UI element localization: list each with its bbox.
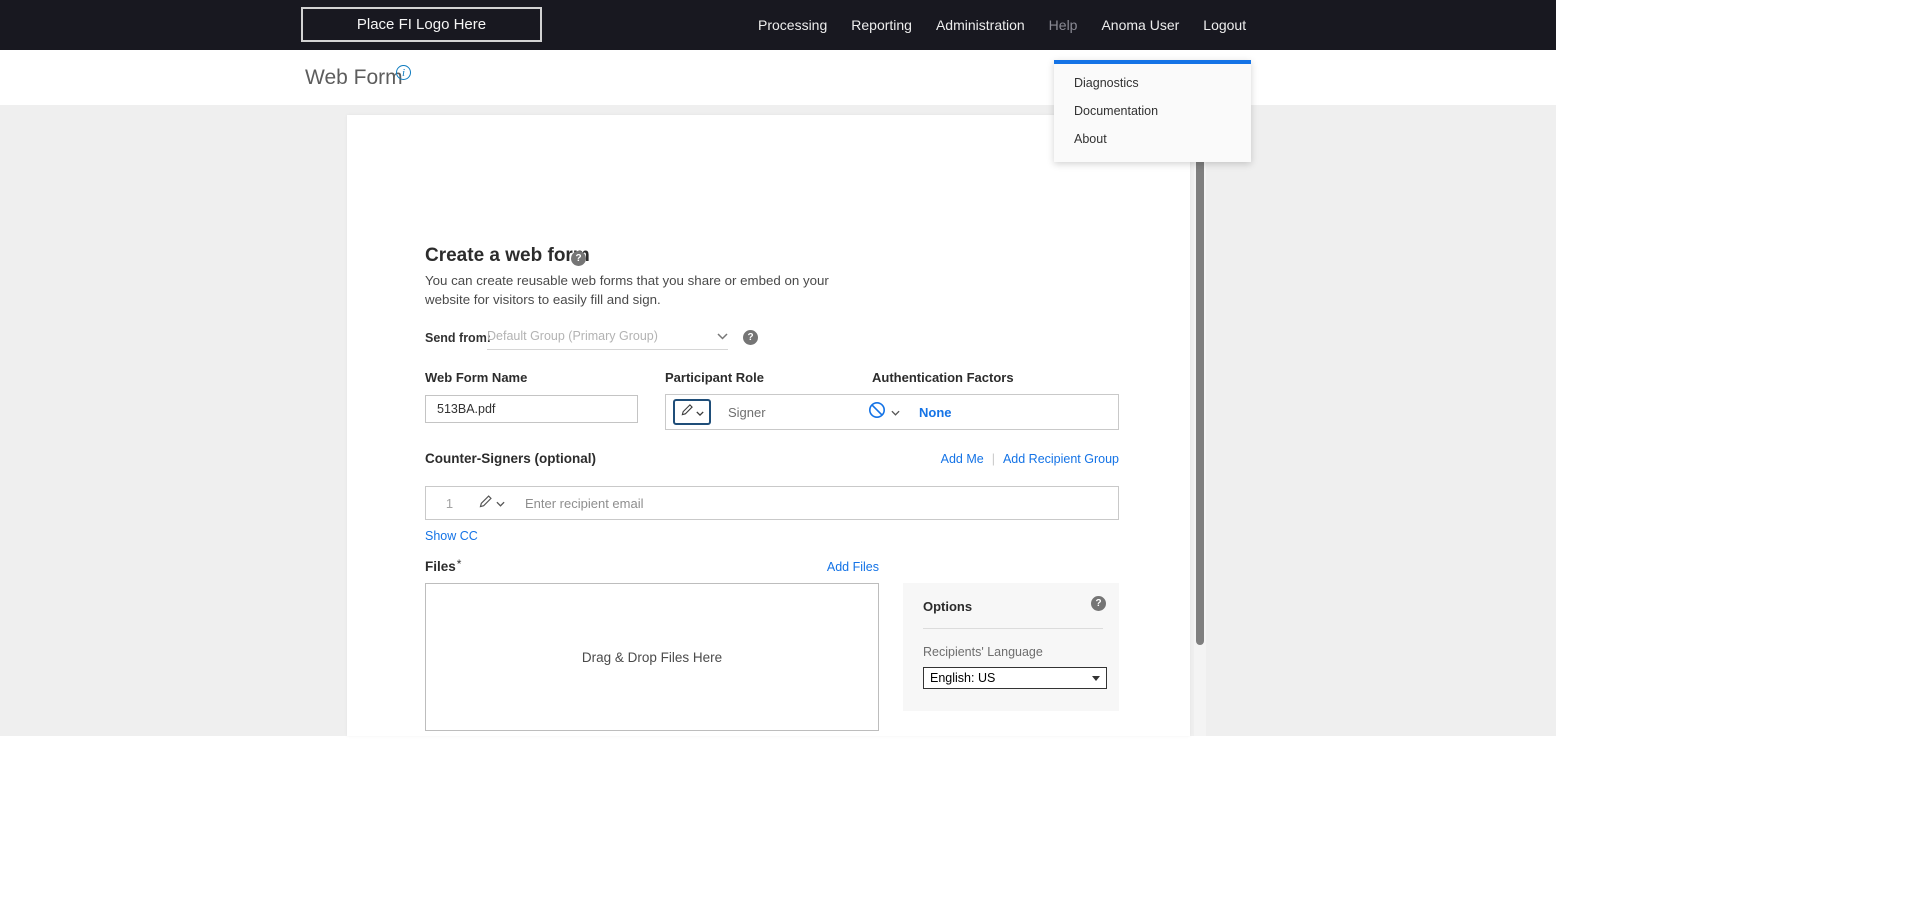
chevron-down-icon <box>717 333 728 340</box>
options-title: Options <box>923 599 972 614</box>
participant-role-value: Signer <box>728 405 766 420</box>
form-title: Create a web form <box>425 245 590 267</box>
form-description: You can create reusable web forms that y… <box>425 272 857 309</box>
options-help-icon[interactable]: ? <box>1091 596 1106 611</box>
counter-signers-label: Counter-Signers (optional) <box>425 451 941 466</box>
no-auth-icon <box>868 401 886 424</box>
recipients-language-label: Recipients' Language <box>923 645 1043 659</box>
auth-factors-label: Authentication Factors <box>872 370 1014 385</box>
participant-role-row: Signer None <box>665 394 1119 430</box>
web-form-card: Create a web form ? You can create reusa… <box>347 115 1190 736</box>
content-area: Create a web form ? You can create reusa… <box>0 105 1556 736</box>
send-from-dropdown[interactable]: Default Group (Primary Group) <box>487 323 728 350</box>
show-cc-link[interactable]: Show CC <box>425 529 478 543</box>
top-navbar: Place FI Logo Here Processing Reporting … <box>0 0 1556 50</box>
send-from-label: Send from: <box>425 331 491 345</box>
menu-item-documentation[interactable]: Documentation <box>1054 97 1251 125</box>
files-label: Files <box>425 559 456 574</box>
recipient-row: 1 <box>425 486 1119 520</box>
file-dropzone[interactable]: Drag & Drop Files Here <box>425 583 879 731</box>
auth-none-link[interactable]: None <box>919 405 952 420</box>
link-separator: | <box>992 452 995 466</box>
page-title: Web Form <box>305 50 403 105</box>
chevron-down-icon <box>891 403 900 421</box>
info-icon[interactable]: i <box>396 65 411 80</box>
files-header: Files * Add Files <box>425 559 879 574</box>
page-header: Web Form i <box>0 50 1556 105</box>
scrollbar-thumb[interactable] <box>1196 113 1204 645</box>
nav-administration[interactable]: Administration <box>936 17 1025 33</box>
add-files-link[interactable]: Add Files <box>827 560 879 574</box>
send-from-help-icon[interactable]: ? <box>743 330 758 345</box>
select-arrow-icon <box>1092 676 1100 681</box>
counter-signers-actions: Add Me | Add Recipient Group <box>941 452 1119 466</box>
add-recipient-group-link[interactable]: Add Recipient Group <box>1003 452 1119 466</box>
nav-help[interactable]: Help <box>1049 17 1078 33</box>
send-from-value: Default Group (Primary Group) <box>487 329 717 343</box>
language-select[interactable]: English: US <box>923 667 1107 689</box>
app-window: Place FI Logo Here Processing Reporting … <box>0 0 1556 736</box>
fi-logo-placeholder[interactable]: Place FI Logo Here <box>301 7 542 42</box>
language-select-value: English: US <box>930 671 995 685</box>
primary-nav: Processing Reporting Administration Help… <box>758 0 1246 50</box>
auth-method-selector[interactable] <box>868 401 900 424</box>
required-asterisk: * <box>457 557 462 571</box>
menu-item-about[interactable]: About <box>1054 125 1251 153</box>
signer-role-selector[interactable] <box>673 399 711 425</box>
options-divider <box>923 628 1103 629</box>
menu-item-diagnostics[interactable]: Diagnostics <box>1054 69 1251 97</box>
pen-icon <box>479 494 493 513</box>
recipient-email-input[interactable] <box>511 496 1118 511</box>
nav-logout[interactable]: Logout <box>1203 17 1246 33</box>
scrollbar[interactable] <box>1194 105 1206 736</box>
counter-signers-header: Counter-Signers (optional) Add Me | Add … <box>425 451 1119 466</box>
nav-reporting[interactable]: Reporting <box>851 17 912 33</box>
pen-icon <box>681 403 694 421</box>
nav-processing[interactable]: Processing <box>758 17 827 33</box>
add-me-link[interactable]: Add Me <box>941 452 984 466</box>
dropzone-text: Drag & Drop Files Here <box>582 650 722 665</box>
participant-role-label: Participant Role <box>665 370 764 385</box>
recipient-role-selector[interactable] <box>473 494 511 513</box>
nav-user[interactable]: Anoma User <box>1101 17 1179 33</box>
fi-logo-text: Place FI Logo Here <box>357 16 486 33</box>
web-form-name-label: Web Form Name <box>425 370 527 385</box>
chevron-down-icon <box>496 494 505 512</box>
recipient-index: 1 <box>426 496 473 511</box>
title-help-icon[interactable]: ? <box>571 251 586 266</box>
options-panel: Options ? Recipients' Language English: … <box>903 583 1119 711</box>
web-form-name-input[interactable] <box>425 395 638 423</box>
help-dropdown-menu: Diagnostics Documentation About <box>1054 60 1251 162</box>
chevron-down-icon <box>696 403 704 421</box>
